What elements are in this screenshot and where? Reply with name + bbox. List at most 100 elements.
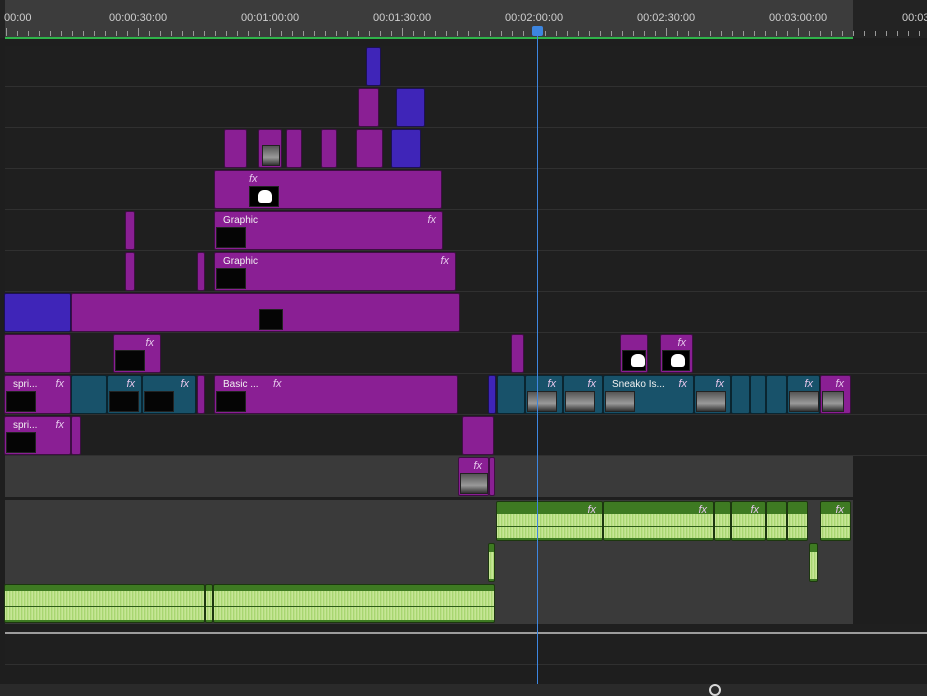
audio-clip[interactable] [488, 543, 495, 582]
basic-clip[interactable]: Basic ... fx [214, 375, 458, 414]
time-ruler[interactable]: 00:00 00:00:30:00 00:01:00:00 00:01:30:0… [0, 0, 927, 39]
video-clip[interactable] [197, 375, 205, 414]
clip-thumbnail [262, 145, 280, 166]
audio-clip[interactable]: fx [820, 501, 851, 541]
video-clip[interactable] [197, 252, 205, 291]
adjustment-clip[interactable]: fx [142, 375, 196, 414]
video-clip[interactable] [4, 334, 71, 373]
audio-clip[interactable] [766, 501, 787, 541]
sprite-clip[interactable]: spri... fx [4, 375, 71, 414]
ruler-tick [457, 31, 458, 36]
video-clip[interactable] [489, 457, 495, 496]
audio-track-4[interactable] [5, 624, 927, 665]
video-clip[interactable] [620, 334, 648, 373]
clip-thumbnail [789, 391, 819, 412]
audio-track-2[interactable] [5, 542, 853, 583]
ruler-tick [325, 31, 326, 36]
ruler-tick [468, 31, 469, 36]
video-clip[interactable] [71, 293, 460, 332]
audio-clip[interactable] [714, 501, 731, 541]
video-track-1[interactable] [5, 456, 853, 497]
adjustment-clip[interactable]: fx [525, 375, 563, 414]
adjustment-clip[interactable] [731, 375, 750, 414]
adjustment-clip[interactable] [766, 375, 787, 414]
adjustment-clip[interactable] [497, 375, 525, 414]
video-clip[interactable]: fx [458, 457, 489, 496]
audio-clip[interactable]: fx [603, 501, 714, 541]
ruler-tick [391, 31, 392, 36]
video-clip[interactable] [71, 416, 81, 455]
video-clip[interactable] [286, 129, 302, 168]
video-track-6[interactable] [5, 210, 927, 251]
playhead[interactable] [537, 30, 538, 685]
adjustment-clip[interactable]: fx [787, 375, 820, 414]
video-clip[interactable] [462, 416, 494, 455]
zoom-scroll-handle[interactable] [709, 684, 721, 696]
video-clip[interactable] [125, 252, 135, 291]
timecode-label: 00:03 [902, 12, 927, 24]
ruler-tick [259, 31, 260, 36]
video-track-7[interactable] [5, 169, 927, 210]
track-divider[interactable] [5, 632, 927, 634]
fx-badge: fx [804, 378, 813, 390]
adjustment-clip[interactable]: fx [694, 375, 731, 414]
video-track-8[interactable] [5, 128, 927, 169]
adjustment-clip[interactable]: fx [107, 375, 142, 414]
video-clip[interactable] [224, 129, 247, 168]
ruler-tick [787, 31, 788, 36]
video-clip[interactable] [356, 129, 383, 168]
ruler-tick [776, 31, 777, 36]
video-clip[interactable]: fx [113, 334, 161, 373]
ruler-tick [897, 31, 898, 36]
sneako-clip[interactable]: Sneako Is... fx [603, 375, 694, 414]
clip-label: Graphic [223, 256, 259, 267]
clip-thumbnail [115, 350, 145, 371]
audio-clip[interactable]: fx [731, 501, 766, 541]
sprite-clip[interactable]: spri... fx [4, 416, 71, 455]
adjustment-clip[interactable]: fx [563, 375, 603, 414]
ruler-tick [204, 31, 205, 36]
video-track-5[interactable] [5, 251, 927, 292]
video-clip[interactable]: fx [214, 170, 442, 209]
audio-clip[interactable] [213, 584, 495, 623]
ruler-tick [655, 31, 656, 36]
ruler-tick [743, 31, 744, 36]
video-clip[interactable]: fx [820, 375, 851, 414]
audio-clip[interactable] [205, 584, 213, 623]
audio-waveform [732, 514, 765, 538]
video-clip[interactable] [391, 129, 421, 168]
ruler-tick [721, 31, 722, 36]
video-clip[interactable] [125, 211, 135, 250]
audio-clip[interactable] [4, 584, 205, 623]
video-clip[interactable]: fx [660, 334, 693, 373]
video-clip[interactable] [4, 293, 71, 332]
clip-label: Sneako Is... [612, 379, 665, 390]
video-clip[interactable] [321, 129, 337, 168]
video-clip[interactable] [258, 129, 282, 168]
video-clip[interactable] [358, 88, 379, 127]
clip-thumbnail [565, 391, 595, 412]
ruler-tick [611, 31, 612, 36]
ruler-tick [875, 31, 876, 36]
fx-badge: fx [249, 173, 258, 185]
video-track-9[interactable] [5, 87, 927, 128]
skull-thumbnail [249, 186, 279, 207]
graphic-clip[interactable]: Graphic fx [214, 211, 443, 250]
video-clip[interactable] [396, 88, 425, 127]
timeline-tracks: fx Graphic fx Graphic fx fx fx spri... f… [0, 39, 927, 684]
adjustment-clip[interactable] [750, 375, 766, 414]
clip-thumbnail [460, 473, 488, 494]
audio-clip[interactable] [787, 501, 808, 541]
timecode-label: 00:01:30:00 [373, 12, 432, 24]
graphic-clip[interactable]: Graphic fx [214, 252, 456, 291]
video-clip[interactable] [488, 375, 496, 414]
video-track-10[interactable] [5, 46, 927, 87]
video-clip[interactable] [366, 47, 381, 86]
video-clip[interactable] [511, 334, 524, 373]
audio-clip[interactable] [809, 543, 818, 582]
adjustment-clip[interactable] [71, 375, 107, 414]
horizontal-scrollbar[interactable] [0, 684, 927, 696]
audio-clip[interactable]: fx [496, 501, 603, 541]
ruler-tick [490, 31, 491, 36]
ruler-tick [798, 28, 799, 36]
